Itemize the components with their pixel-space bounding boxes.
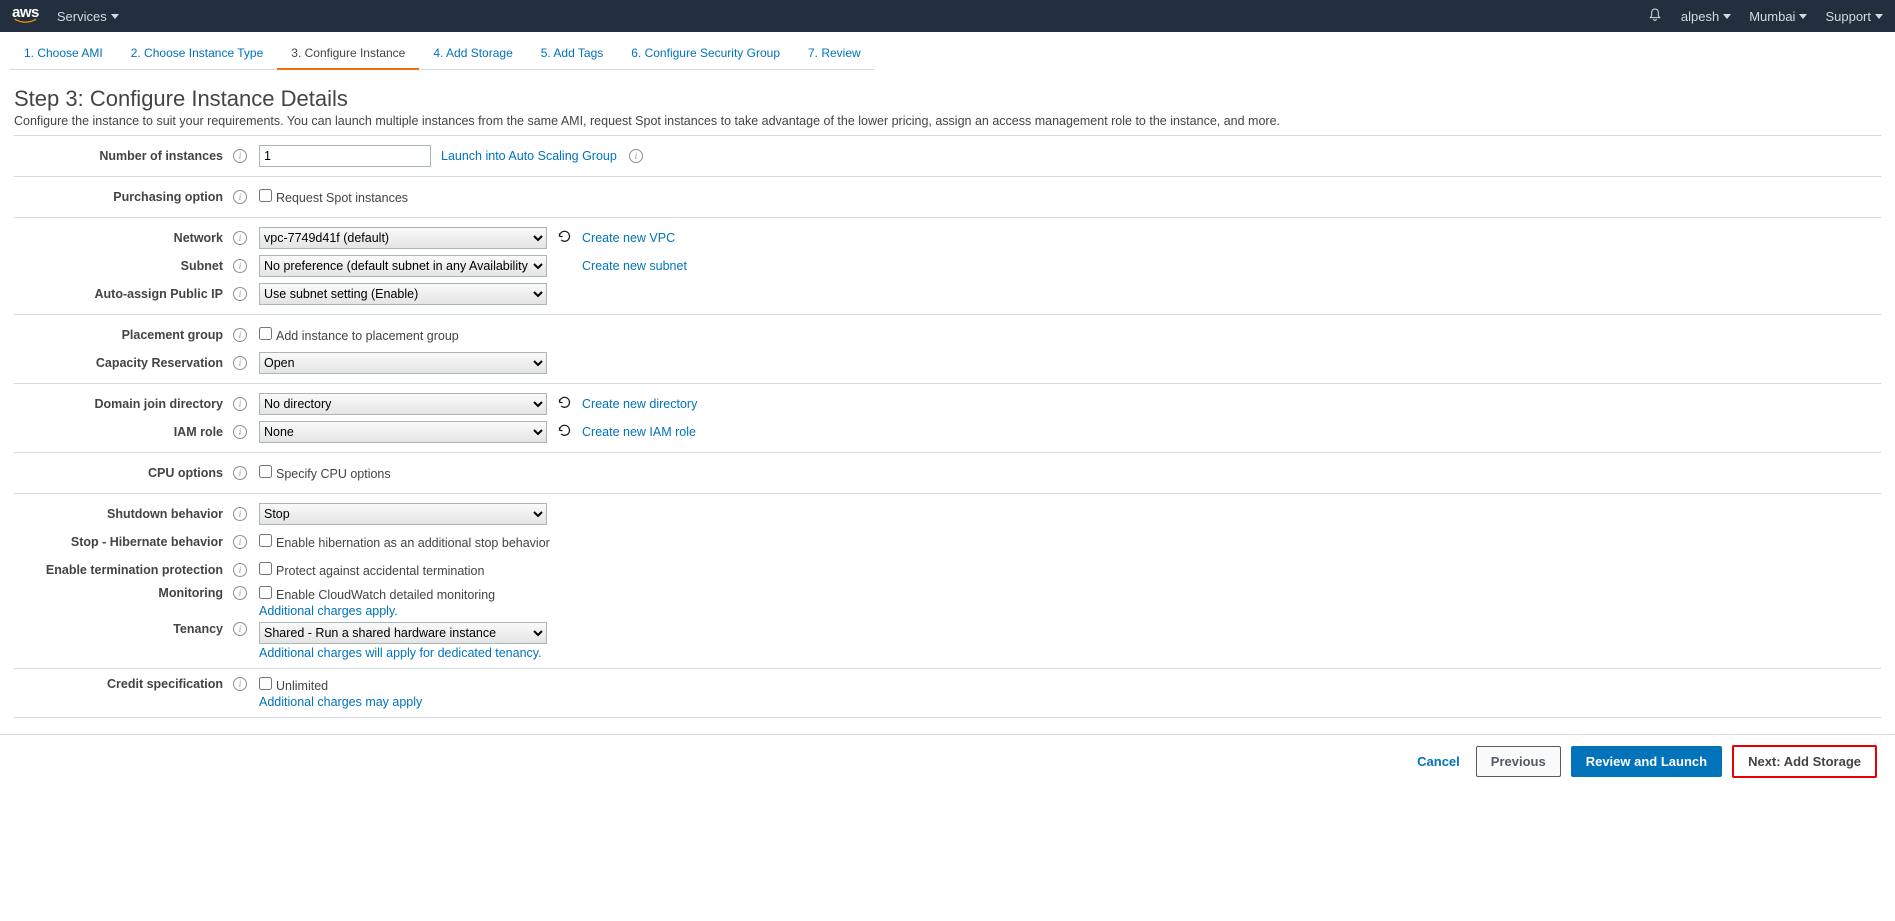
domain-label: Domain join directory xyxy=(14,397,231,411)
launch-asg-link[interactable]: Launch into Auto Scaling Group xyxy=(441,149,617,163)
info-icon[interactable]: i xyxy=(233,287,247,301)
spot-checkbox-label: Request Spot instances xyxy=(276,191,408,205)
aws-logo[interactable]: aws xyxy=(12,8,39,24)
cancel-button[interactable]: Cancel xyxy=(1411,753,1466,770)
create-iam-link[interactable]: Create new IAM role xyxy=(582,425,696,439)
info-icon[interactable]: i xyxy=(629,149,643,163)
credit-checkbox[interactable] xyxy=(259,677,272,690)
hibernate-checkbox[interactable] xyxy=(259,534,272,547)
chevron-down-icon xyxy=(111,14,119,19)
monitoring-checkbox[interactable] xyxy=(259,586,272,599)
credit-label: Credit specification xyxy=(14,677,231,691)
termination-label: Enable termination protection xyxy=(14,563,231,577)
chevron-down-icon xyxy=(1875,14,1883,19)
wizard-step-3[interactable]: 3. Configure Instance xyxy=(277,40,419,70)
info-icon[interactable]: i xyxy=(233,586,247,600)
domain-select[interactable]: No directory xyxy=(259,393,547,415)
termination-checkbox-label: Protect against accidental termination xyxy=(276,564,484,578)
global-nav: aws Services alpesh Mumbai Support xyxy=(0,0,1895,32)
info-icon[interactable]: i xyxy=(233,259,247,273)
info-icon[interactable]: i xyxy=(233,535,247,549)
iam-label: IAM role xyxy=(14,425,231,439)
info-icon[interactable]: i xyxy=(233,231,247,245)
wizard-step-6[interactable]: 6. Configure Security Group xyxy=(617,40,794,70)
next-add-storage-button[interactable]: Next: Add Storage xyxy=(1732,745,1877,778)
termination-checkbox[interactable] xyxy=(259,562,272,575)
hibernate-checkbox-label: Enable hibernation as an additional stop… xyxy=(276,536,550,550)
create-subnet-link[interactable]: Create new subnet xyxy=(582,259,687,273)
previous-button[interactable]: Previous xyxy=(1476,746,1561,777)
info-icon[interactable]: i xyxy=(233,563,247,577)
info-icon[interactable]: i xyxy=(233,466,247,480)
tenancy-charges-link[interactable]: Additional charges will apply for dedica… xyxy=(259,646,542,660)
info-icon[interactable]: i xyxy=(233,677,247,691)
info-icon[interactable]: i xyxy=(233,622,247,636)
monitoring-label: Monitoring xyxy=(14,586,231,600)
placement-label: Placement group xyxy=(14,328,231,342)
placement-checkbox[interactable] xyxy=(259,327,272,340)
credit-checkbox-label: Unlimited xyxy=(276,679,328,693)
subnet-select[interactable]: No preference (default subnet in any Ava… xyxy=(259,255,547,277)
chevron-down-icon xyxy=(1723,14,1731,19)
chevron-down-icon xyxy=(1799,14,1807,19)
hibernate-label: Stop - Hibernate behavior xyxy=(14,535,231,549)
create-directory-link[interactable]: Create new directory xyxy=(582,397,697,411)
info-icon[interactable]: i xyxy=(233,356,247,370)
wizard-step-7[interactable]: 7. Review xyxy=(794,40,875,70)
network-label: Network xyxy=(14,231,231,245)
credit-charges-link[interactable]: Additional charges may apply xyxy=(259,695,422,709)
tenancy-select[interactable]: Shared - Run a shared hardware instance xyxy=(259,622,547,644)
shutdown-label: Shutdown behavior xyxy=(14,507,231,521)
wizard-steps: 1. Choose AMI 2. Choose Instance Type 3.… xyxy=(0,32,1895,70)
account-menu[interactable]: alpesh xyxy=(1681,9,1731,24)
info-icon[interactable]: i xyxy=(233,425,247,439)
refresh-icon[interactable] xyxy=(557,229,572,247)
iam-select[interactable]: None xyxy=(259,421,547,443)
cpu-checkbox[interactable] xyxy=(259,465,272,478)
notifications-icon[interactable] xyxy=(1647,7,1663,26)
tenancy-label: Tenancy xyxy=(14,622,231,636)
shutdown-select[interactable]: Stop xyxy=(259,503,547,525)
services-menu[interactable]: Services xyxy=(57,9,119,24)
monitoring-checkbox-label: Enable CloudWatch detailed monitoring xyxy=(276,588,495,602)
info-icon[interactable]: i xyxy=(233,190,247,204)
review-launch-button[interactable]: Review and Launch xyxy=(1571,746,1722,777)
page-title: Step 3: Configure Instance Details xyxy=(14,86,1881,112)
num-instances-label: Number of instances xyxy=(14,149,231,163)
refresh-icon[interactable] xyxy=(557,423,572,441)
info-icon[interactable]: i xyxy=(233,328,247,342)
auto-ip-select[interactable]: Use subnet setting (Enable) xyxy=(259,283,547,305)
network-select[interactable]: vpc-7749d41f (default) xyxy=(259,227,547,249)
wizard-step-2[interactable]: 2. Choose Instance Type xyxy=(117,40,278,70)
region-menu[interactable]: Mumbai xyxy=(1749,9,1807,24)
purchasing-label: Purchasing option xyxy=(14,190,231,204)
monitoring-charges-link[interactable]: Additional charges apply. xyxy=(259,604,398,618)
wizard-step-5[interactable]: 5. Add Tags xyxy=(527,40,618,70)
create-vpc-link[interactable]: Create new VPC xyxy=(582,231,675,245)
info-icon[interactable]: i xyxy=(233,149,247,163)
aws-smile-icon xyxy=(12,18,39,24)
capacity-select[interactable]: Open xyxy=(259,352,547,374)
page-description: Configure the instance to suit your requ… xyxy=(14,114,1881,128)
support-menu[interactable]: Support xyxy=(1825,9,1883,24)
capacity-label: Capacity Reservation xyxy=(14,356,231,370)
cpu-checkbox-label: Specify CPU options xyxy=(276,467,391,481)
wizard-step-4[interactable]: 4. Add Storage xyxy=(419,40,526,70)
spot-checkbox[interactable] xyxy=(259,189,272,202)
wizard-footer: Cancel Previous Review and Launch Next: … xyxy=(0,734,1895,788)
cpu-label: CPU options xyxy=(14,466,231,480)
num-instances-input[interactable] xyxy=(259,145,431,167)
placement-checkbox-label: Add instance to placement group xyxy=(276,329,459,343)
info-icon[interactable]: i xyxy=(233,507,247,521)
refresh-icon[interactable] xyxy=(557,395,572,413)
auto-ip-label: Auto-assign Public IP xyxy=(14,287,231,301)
subnet-label: Subnet xyxy=(14,259,231,273)
info-icon[interactable]: i xyxy=(233,397,247,411)
wizard-step-1[interactable]: 1. Choose AMI xyxy=(10,40,117,70)
